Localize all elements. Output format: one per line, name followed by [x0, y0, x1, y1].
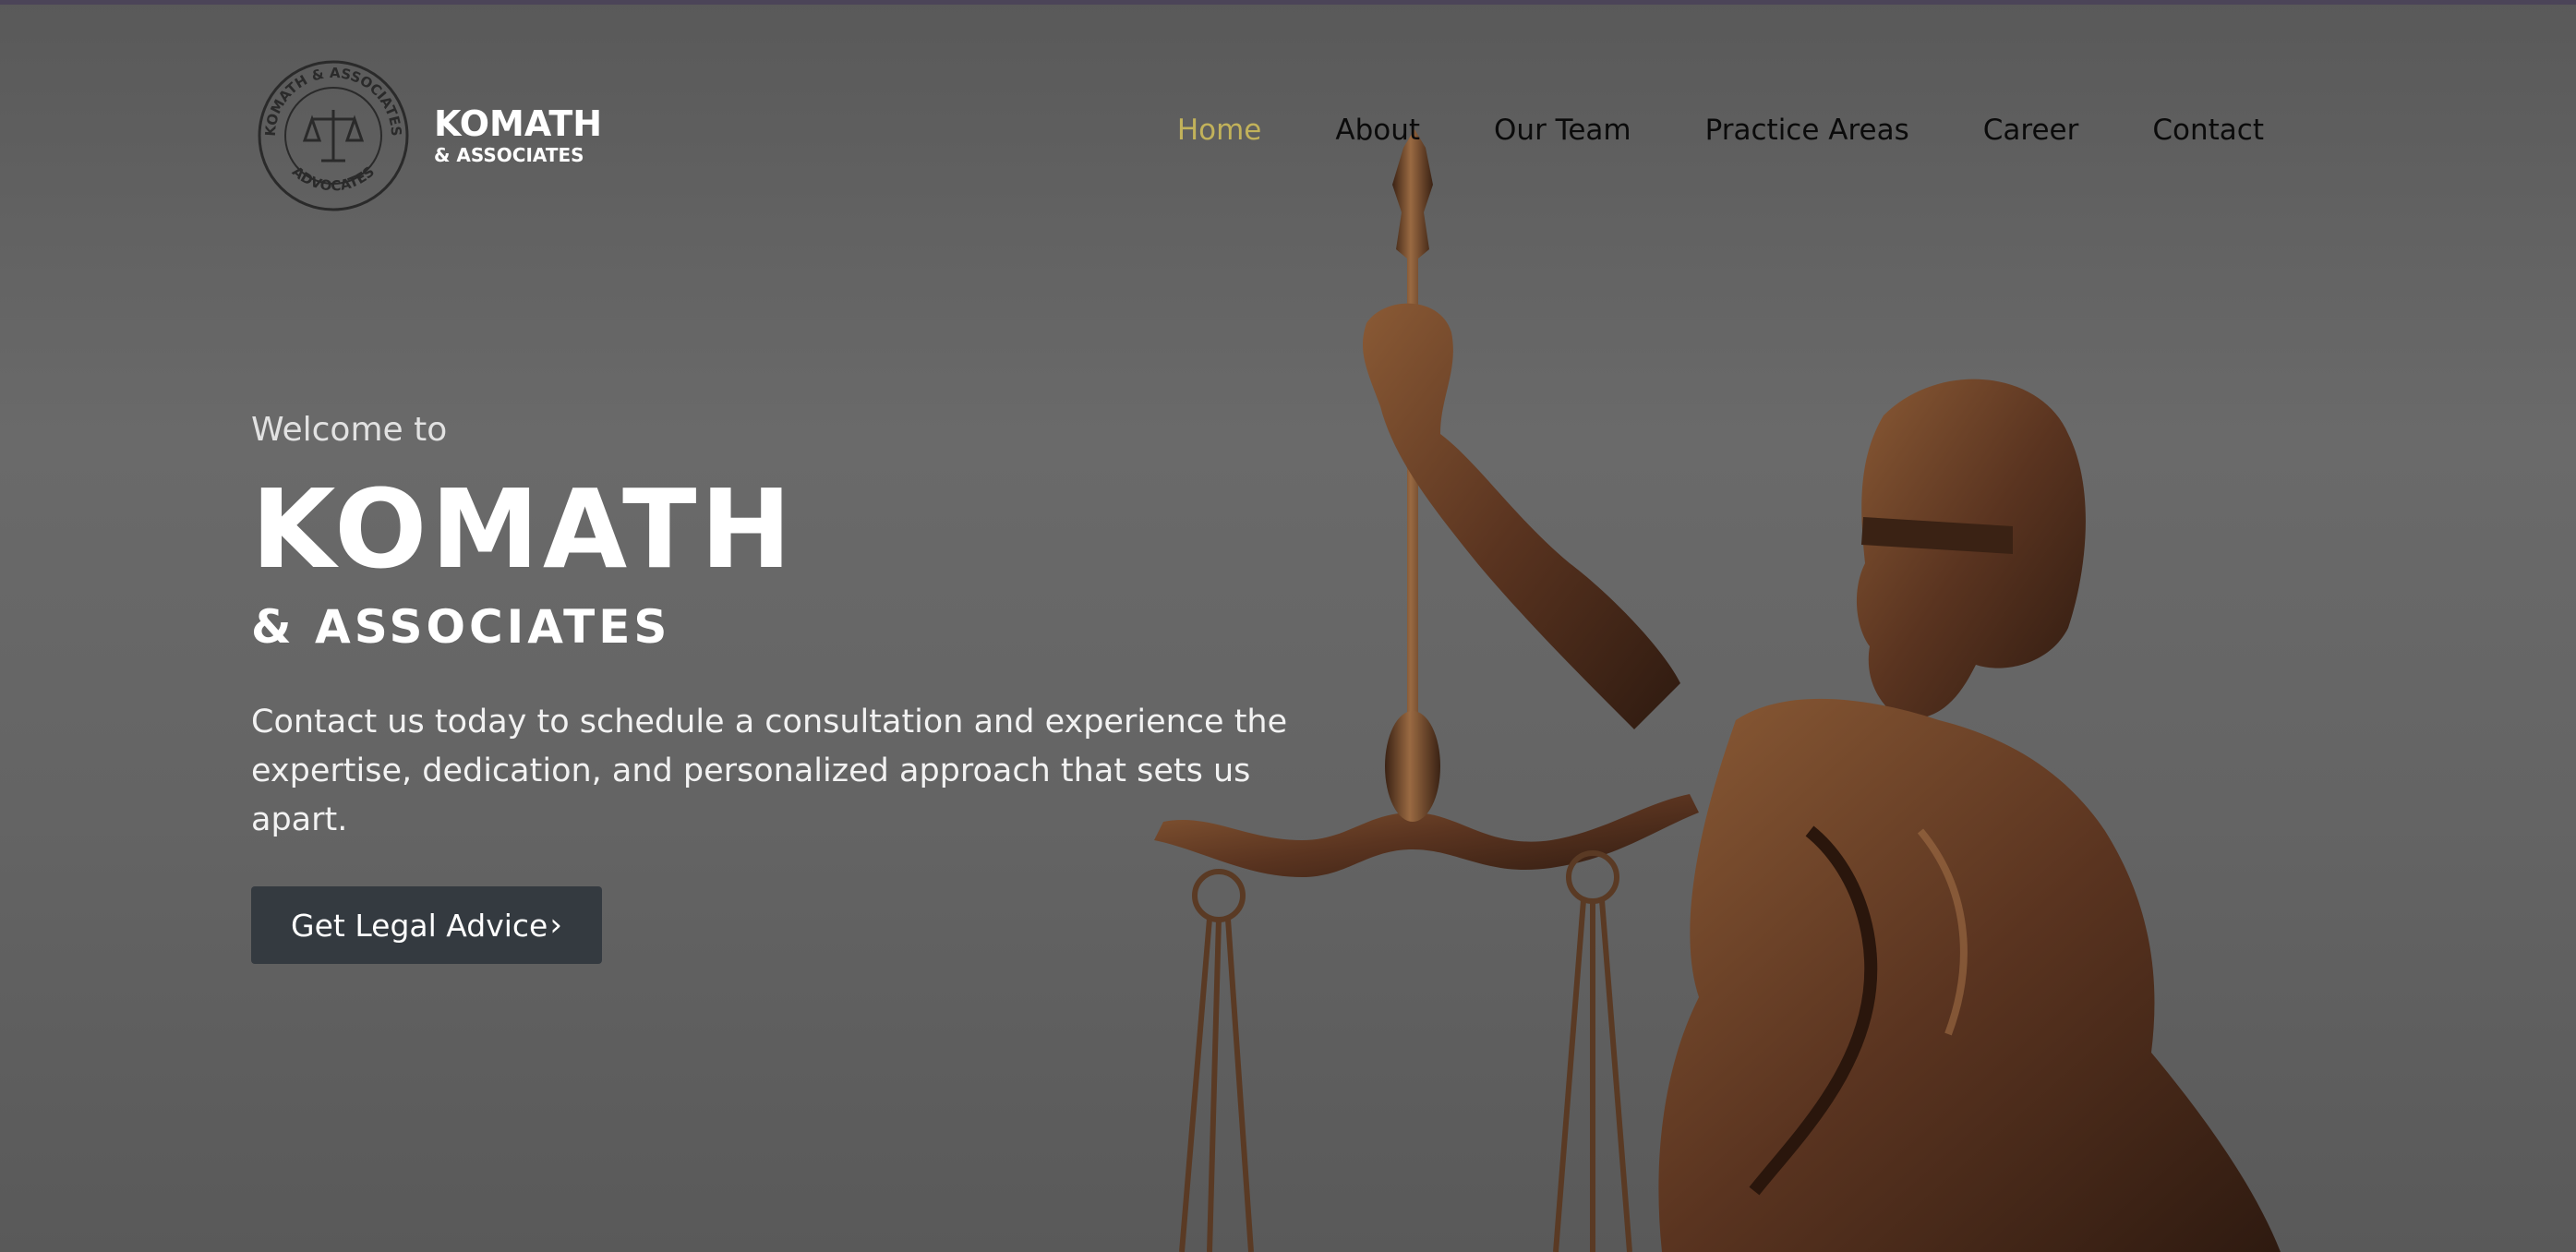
lady-justice-statue-image: [1154, 129, 2281, 1252]
get-legal-advice-button[interactable]: Get Legal Advice ›: [251, 886, 602, 964]
logo-subtitle: & ASSOCIATES: [434, 144, 584, 166]
page: KOMATH & ASSOCIATES ADVOCATES KOMATH & A…: [0, 0, 2576, 1252]
logo-name: KOMATH: [434, 103, 603, 144]
hero-section: Welcome to KOMATH & ASSOCIATES Contact u…: [251, 411, 1359, 964]
hero-subtitle: & ASSOCIATES: [251, 600, 671, 654]
main-nav: Home About Our Team Practice Areas Caree…: [1177, 116, 2264, 145]
cta-label: Get Legal Advice: [291, 907, 548, 944]
nav-our-team-link[interactable]: Our Team: [1494, 116, 1631, 145]
hero-title: KOMATH: [251, 465, 796, 593]
top-accent-strip: [0, 0, 2576, 5]
scales-of-justice-icon: [302, 110, 365, 163]
nav-career-link[interactable]: Career: [1983, 116, 2079, 145]
nav-contact-link[interactable]: Contact: [2152, 116, 2264, 145]
logo-seal-bottom-text: ADVOCATES: [289, 163, 378, 195]
nav-home-link[interactable]: Home: [1177, 116, 1262, 145]
nav-about-link[interactable]: About: [1335, 116, 1420, 145]
svg-text:ADVOCATES: ADVOCATES: [289, 163, 378, 195]
hero-description: Contact us today to schedule a consultat…: [251, 704, 1288, 838]
brand-logo[interactable]: KOMATH & ASSOCIATES ADVOCATES KOMATH & A…: [257, 59, 602, 212]
hero-welcome-text: Welcome to: [251, 411, 448, 449]
chevron-right-icon: ›: [549, 907, 562, 944]
nav-practice-areas-link[interactable]: Practice Areas: [1705, 116, 1909, 145]
logo-text: KOMATH & ASSOCIATES: [434, 106, 602, 165]
logo-seal-icon: KOMATH & ASSOCIATES ADVOCATES: [258, 60, 409, 211]
